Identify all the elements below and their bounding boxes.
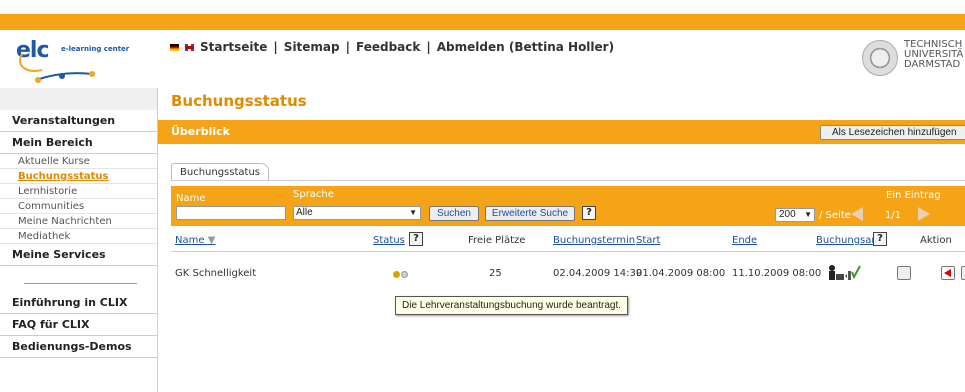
column-name-label: Name xyxy=(175,235,205,246)
status-indicator-icon[interactable] xyxy=(393,271,408,278)
nav-separator: | xyxy=(345,40,351,54)
page-indicator: 1/1 xyxy=(885,210,902,221)
sort-arrow-icon: ▼ xyxy=(207,235,216,246)
german-flag-icon[interactable] xyxy=(170,43,179,51)
next-page-icon[interactable] xyxy=(918,207,930,221)
search-button[interactable]: Suchen xyxy=(429,206,479,221)
overview-label: Überblick xyxy=(171,125,230,138)
nav-separator: | xyxy=(273,40,278,54)
help-icon[interactable]: ? xyxy=(873,232,887,246)
sidebar-item-communities[interactable]: Communities xyxy=(0,199,157,214)
table-header: Name ▼ Status ? Freie Plätze Buchungster… xyxy=(171,230,965,252)
booking-type-icon xyxy=(829,265,861,280)
per-page-label: / Seite xyxy=(819,210,851,221)
end-date: 11.10.2009 08:00 xyxy=(732,268,822,279)
course-name[interactable]: GK Schnelligkeit xyxy=(175,268,256,279)
sidebar: Veranstaltungen Mein Bereich Aktuelle Ku… xyxy=(0,88,158,392)
status-dot-icon xyxy=(393,271,400,278)
tab-buchungsstatus[interactable]: Buchungsstatus xyxy=(171,163,269,181)
sidebar-item-meine-services[interactable]: Meine Services xyxy=(0,244,157,266)
more-actions-icon[interactable] xyxy=(961,266,965,280)
nav-separator: | xyxy=(426,40,431,54)
per-page-select[interactable]: 200 ▼ xyxy=(775,208,815,222)
nav-startseite[interactable]: Startseite xyxy=(200,40,267,54)
university-name: TECHNISCH UNIVERSITÄ DARMSTAD xyxy=(904,40,963,70)
booking-date: 02.04.2009 14:39 xyxy=(553,268,643,279)
top-navigation: Startseite | Sitemap | Feedback | Abmeld… xyxy=(170,40,614,54)
column-status[interactable]: Status xyxy=(373,235,405,246)
start-date: 01.04.2009 08:00 xyxy=(636,268,726,279)
search-bar: Name Sprache Alle ▼ Suchen Erweiterte Su… xyxy=(171,186,965,226)
english-flag-icon[interactable] xyxy=(185,43,194,51)
header: elc e-learning center Startseite | Sitem… xyxy=(0,30,965,88)
name-label: Name xyxy=(176,193,206,204)
elc-logo[interactable]: elc e-learning center xyxy=(14,38,154,85)
language-select[interactable]: Alle ▼ xyxy=(293,206,421,220)
sidebar-item-aktuelle-kurse[interactable]: Aktuelle Kurse xyxy=(0,154,157,169)
sidebar-item-lernhistorie[interactable]: Lernhistorie xyxy=(0,184,157,199)
sidebar-divider xyxy=(24,266,137,284)
details-icon[interactable] xyxy=(897,266,911,280)
entries-count: Ein Eintrag xyxy=(886,190,941,201)
cancel-booking-icon[interactable] xyxy=(941,266,955,280)
logo-swoosh-icon xyxy=(19,53,95,83)
column-booking-date[interactable]: Buchungstermin xyxy=(553,235,635,246)
sidebar-item-einfuehrung[interactable]: Einführung in CLIX xyxy=(0,292,157,314)
column-name[interactable]: Name ▼ xyxy=(175,235,215,246)
sidebar-spacer xyxy=(0,88,157,110)
chevron-down-icon: ▼ xyxy=(804,210,812,219)
advanced-search-button[interactable]: Erweiterte Suche xyxy=(485,206,575,221)
nav-feedback[interactable]: Feedback xyxy=(356,40,420,54)
chevron-down-icon: ▼ xyxy=(409,208,417,217)
sidebar-item-faq[interactable]: FAQ für CLIX xyxy=(0,314,157,336)
language-label: Sprache xyxy=(293,189,334,200)
status-dot-icon xyxy=(401,271,408,278)
help-icon[interactable]: ? xyxy=(409,232,423,246)
main-content: Buchungsstatus Überblick Als Lesezeichen… xyxy=(158,88,965,392)
status-tooltip: Die Lehrveranstaltungsbuchung wurde bean… xyxy=(395,296,629,315)
column-action: Aktion xyxy=(920,235,952,246)
sidebar-item-veranstaltungen[interactable]: Veranstaltungen xyxy=(0,110,157,132)
sidebar-item-meine-nachrichten[interactable]: Meine Nachrichten xyxy=(0,214,157,229)
arrow-left-icon xyxy=(944,269,951,277)
table-row[interactable]: GK Schnelligkeit 25 02.04.2009 14:39 01.… xyxy=(171,265,965,290)
column-booking-type[interactable]: Buchungsart xyxy=(816,235,879,246)
page-title: Buchungsstatus xyxy=(171,92,307,110)
column-start[interactable]: Start xyxy=(636,235,660,246)
sidebar-item-demos[interactable]: Bedienungs-Demos xyxy=(0,336,157,358)
column-end[interactable]: Ende xyxy=(732,235,757,246)
university-name-line: DARMSTAD xyxy=(904,59,961,70)
top-accent-bar xyxy=(0,14,965,30)
nav-abmelden[interactable]: Abmelden (Bettina Holler) xyxy=(437,40,614,54)
university-logo[interactable]: TECHNISCH UNIVERSITÄ DARMSTAD xyxy=(862,40,963,76)
sidebar-item-mediathek[interactable]: Mediathek xyxy=(0,229,157,244)
per-page-value: 200 xyxy=(779,209,796,220)
previous-page-icon[interactable] xyxy=(851,207,863,221)
tab-divider xyxy=(171,180,965,181)
column-free-places: Freie Plätze xyxy=(468,235,526,246)
name-input[interactable] xyxy=(176,206,286,220)
sidebar-item-mein-bereich[interactable]: Mein Bereich xyxy=(0,132,157,154)
university-seal-icon xyxy=(862,40,898,76)
free-places: 25 xyxy=(489,268,502,279)
help-icon[interactable]: ? xyxy=(582,206,596,220)
sidebar-item-buchungsstatus[interactable]: Buchungsstatus xyxy=(0,169,157,184)
nav-sitemap[interactable]: Sitemap xyxy=(284,40,340,54)
overview-bar: Überblick Als Lesezeichen hinzufügen xyxy=(158,120,965,144)
add-bookmark-button[interactable]: Als Lesezeichen hinzufügen xyxy=(820,125,965,140)
language-selected-value: Alle xyxy=(296,207,313,218)
